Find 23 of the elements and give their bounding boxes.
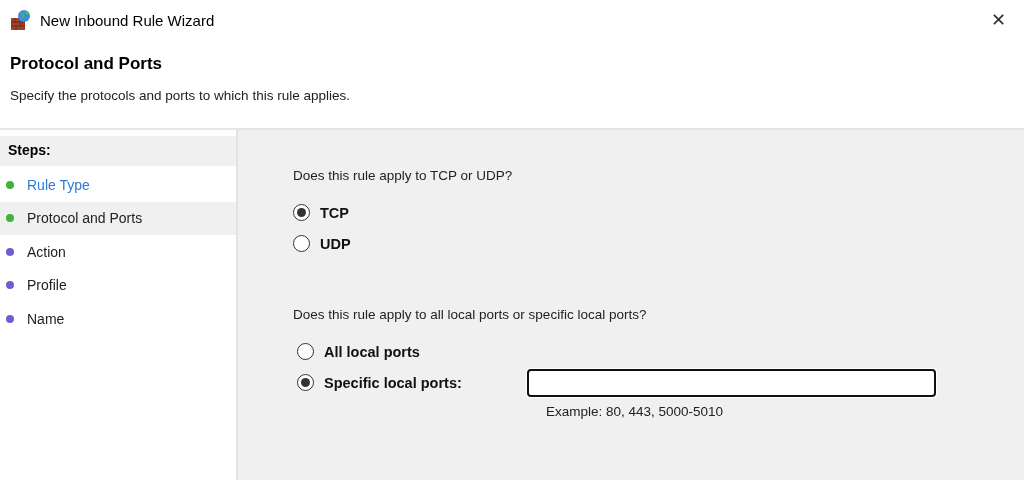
- step-item[interactable]: Name: [0, 302, 236, 336]
- radio-label: Specific local ports:: [324, 374, 463, 391]
- step-item[interactable]: Rule Type: [0, 168, 236, 202]
- page-subtitle: Specify the protocols and ports to which this rule applies.: [10, 88, 351, 103]
- question-text: Does this rule apply to all local ports or specific local ports?: [293, 307, 648, 322]
- window-title: New Inbound Rule Wizard: [40, 11, 216, 29]
- step-item[interactable]: Protocol and Ports: [0, 201, 236, 235]
- question-text: Does this rule apply to TCP or UDP?: [293, 168, 514, 183]
- radio-label: All local ports: [324, 343, 421, 360]
- firewall-globe-icon: [10, 9, 32, 31]
- radio-button[interactable]: [293, 204, 310, 221]
- example-text: Example: 80, 443, 5000-5010: [546, 404, 725, 419]
- radio-label: UDP: [320, 235, 351, 252]
- close-button[interactable]: ✕: [983, 5, 1014, 35]
- ports-input-field[interactable]: [527, 368, 936, 397]
- step-item[interactable]: Profile: [0, 268, 236, 302]
- radio-label: TCP: [320, 204, 349, 221]
- steps-heading: Steps:: [0, 136, 236, 166]
- radio-button[interactable]: [293, 235, 310, 252]
- radio-button[interactable]: [297, 374, 314, 391]
- radio-button[interactable]: [297, 343, 314, 360]
- page-title: Protocol and Ports: [10, 54, 164, 74]
- step-item[interactable]: Action: [0, 235, 236, 269]
